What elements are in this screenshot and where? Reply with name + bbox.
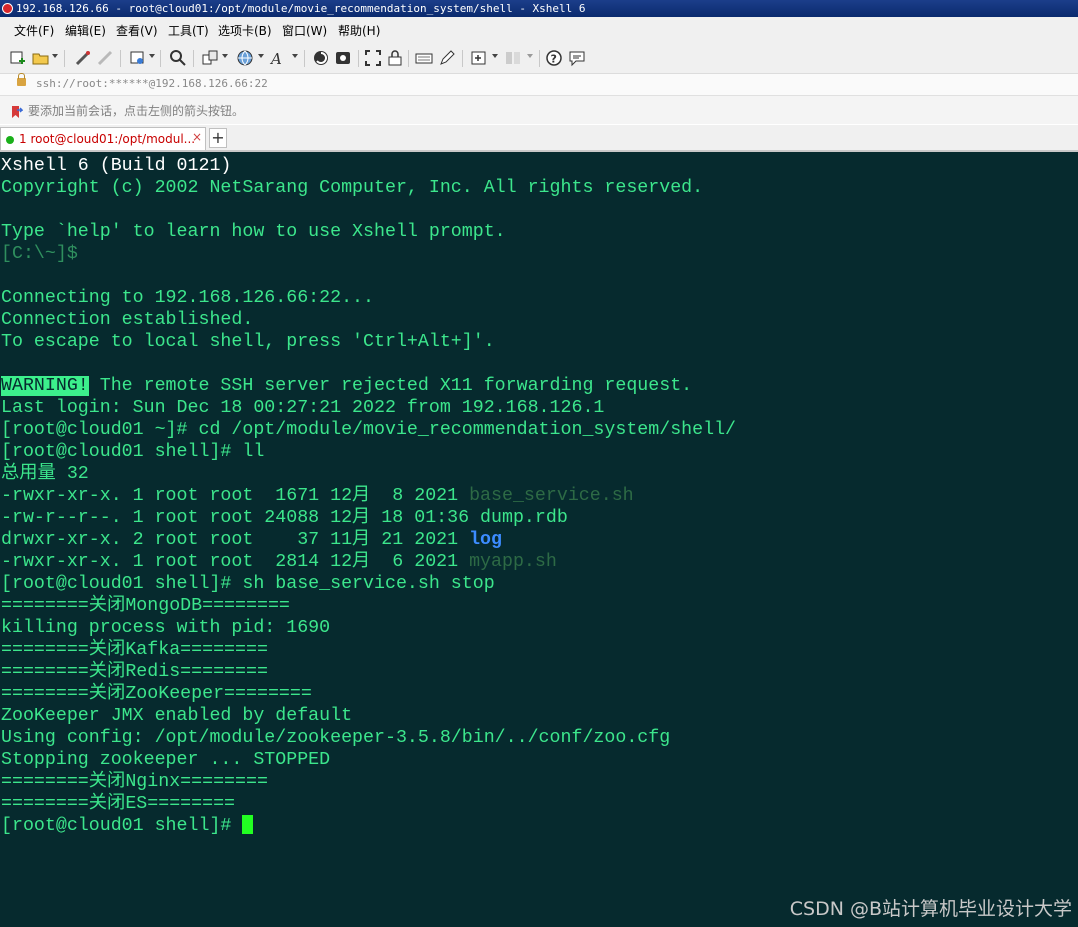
svg-text:?: ? xyxy=(551,53,557,66)
warning-label: WARNING! xyxy=(1,376,89,396)
terminal-line: WARNING! The remote SSH server rejected … xyxy=(1,375,692,397)
terminal-line: killing process with pid: 1690 xyxy=(1,618,331,638)
terminal-line: Xshell 6 (Build 0121) xyxy=(1,156,232,176)
properties-icon[interactable] xyxy=(129,49,147,67)
layout-icon[interactable] xyxy=(504,49,522,67)
terminal-line: Connection established. xyxy=(1,310,254,330)
globe-icon[interactable] xyxy=(236,49,254,67)
tab-session-1[interactable]: 1 root@cloud01:/opt/modul... × xyxy=(0,127,206,150)
title-bar: 192.168.126.66 - root@cloud01:/opt/modul… xyxy=(0,0,1078,17)
new-tab-button[interactable]: + xyxy=(209,128,227,148)
terminal-line: ========关闭Nginx======== xyxy=(1,772,268,792)
terminal-line: ========关闭Kafka======== xyxy=(1,640,268,660)
file-name: dump.rdb xyxy=(480,508,568,528)
file-listing-row: -rwxr-xr-x. 1 root root 2814 12月 6 2021 … xyxy=(1,551,557,573)
terminal-line: Connecting to 192.168.126.66:22... xyxy=(1,288,374,308)
file-name: myapp.sh xyxy=(469,552,557,572)
file-listing-row: drwxr-xr-x. 2 root root 37 11月 21 2021 l… xyxy=(1,529,502,551)
connected-status-icon xyxy=(6,136,14,144)
transfer-icon[interactable] xyxy=(201,49,219,67)
terminal-line: To escape to local shell, press 'Ctrl+Al… xyxy=(1,332,495,352)
keyboard-icon[interactable] xyxy=(415,49,433,67)
tab-close-icon[interactable]: × xyxy=(192,130,202,144)
menu-tabs[interactable]: 选项卡(B) xyxy=(218,22,272,39)
chat-icon[interactable] xyxy=(568,49,586,67)
add-tab-icon[interactable] xyxy=(470,49,488,67)
file-meta: drwxr-xr-x. 2 root root 37 11月 21 2021 xyxy=(1,530,470,550)
svg-text:A: A xyxy=(269,50,282,67)
window-title: 192.168.126.66 - root@cloud01:/opt/modul… xyxy=(16,2,586,15)
file-listing-row: -rw-r--r--. 1 root root 24088 12月 18 01:… xyxy=(1,507,568,529)
address-text[interactable]: ssh://root:******@192.168.126.66:22 xyxy=(36,77,268,90)
disconnect-icon[interactable] xyxy=(96,49,114,67)
open-folder-icon[interactable] xyxy=(32,49,50,67)
new-session-icon[interactable] xyxy=(9,49,27,67)
menu-edit[interactable]: 编辑(E) xyxy=(65,22,106,39)
terminal-cursor xyxy=(242,815,254,834)
lock-icon[interactable] xyxy=(386,49,404,67)
terminal-line: Stopping zookeeper ... STOPPED xyxy=(1,750,331,770)
menu-tools[interactable]: 工具(T) xyxy=(168,22,209,39)
file-meta: -rwxr-xr-x. 1 root root 2814 12月 6 2021 xyxy=(1,552,470,572)
terminal-line: [root@cloud01 ~]# cd /opt/module/movie_r… xyxy=(1,420,737,440)
terminal-line: Copyright (c) 2002 NetSarang Computer, I… xyxy=(1,178,704,198)
shell-prompt: [root@cloud01 shell]# xyxy=(1,816,243,836)
menu-file[interactable]: 文件(F) xyxy=(14,22,54,39)
terminal-line: 总用量 32 xyxy=(1,464,89,484)
menu-view[interactable]: 查看(V) xyxy=(116,22,158,39)
terminal-line: Last login: Sun Dec 18 00:27:21 2022 fro… xyxy=(1,398,605,418)
terminal-line: ========关闭Redis======== xyxy=(1,662,268,682)
find-icon[interactable] xyxy=(169,49,187,67)
menu-window[interactable]: 窗口(W) xyxy=(282,22,327,39)
terminal-line: [C:\~]$ xyxy=(1,244,78,264)
file-listing-row: -rwxr-xr-x. 1 root root 1671 12月 8 2021 … xyxy=(1,485,634,507)
terminal-line: [root@cloud01 shell]# sh base_service.sh… xyxy=(1,574,495,594)
file-meta: -rw-r--r--. 1 root root 24088 12月 18 01:… xyxy=(1,508,481,528)
toolbar: A ? xyxy=(0,43,1078,74)
watermark: CSDN @B站计算机毕业设计大学 xyxy=(789,898,1072,920)
terminal-line: ZooKeeper JMX enabled by default xyxy=(1,706,353,726)
tab-bar: 1 root@cloud01:/opt/modul... × + xyxy=(0,125,1078,152)
menu-help[interactable]: 帮助(H) xyxy=(338,22,380,39)
session-hint-bar: 要添加当前会话，点击左侧的箭头按钮。 xyxy=(0,96,1078,124)
file-meta: -rwxr-xr-x. 1 root root 1671 12月 8 2021 xyxy=(1,486,470,506)
terminal-line: [root@cloud01 shell]# ll xyxy=(1,442,265,462)
hint-text: 要添加当前会话，点击左侧的箭头按钮。 xyxy=(28,104,245,118)
file-name: base_service.sh xyxy=(469,486,634,506)
warning-text: The remote SSH server rejected X11 forwa… xyxy=(88,376,693,396)
tab-label: 1 root@cloud01:/opt/modul... xyxy=(19,132,196,146)
bookmark-arrow-icon[interactable] xyxy=(11,104,24,118)
font-icon[interactable]: A xyxy=(269,49,287,68)
terminal-line: ========关闭ES======== xyxy=(1,794,236,814)
connect-icon[interactable] xyxy=(74,49,92,67)
fullscreen-icon[interactable] xyxy=(364,49,382,67)
help-icon[interactable]: ? xyxy=(545,49,563,67)
terminal-output[interactable]: Xshell 6 (Build 0121) Copyright (c) 2002… xyxy=(0,152,1078,927)
terminal-line: Type `help' to learn how to use Xshell p… xyxy=(1,222,506,242)
xmanager-icon[interactable] xyxy=(334,49,352,67)
xftp-icon[interactable] xyxy=(312,49,330,67)
menu-bar: 文件(F) 编辑(E) 查看(V) 工具(T) 选项卡(B) 窗口(W) 帮助(… xyxy=(0,17,1078,43)
compose-icon[interactable] xyxy=(438,49,456,67)
terminal-line: ========关闭ZooKeeper======== xyxy=(1,684,312,704)
terminal-line: ========关闭MongoDB======== xyxy=(1,596,290,616)
terminal-line: Using config: /opt/module/zookeeper-3.5.… xyxy=(1,728,671,748)
terminal-line: [root@cloud01 shell]# xyxy=(1,815,254,837)
xshell-app-icon[interactable] xyxy=(2,3,13,14)
lock-icon xyxy=(17,73,26,86)
address-bar[interactable]: ssh://root:******@192.168.126.66:22 xyxy=(0,73,1078,96)
dir-name: log xyxy=(469,530,502,550)
